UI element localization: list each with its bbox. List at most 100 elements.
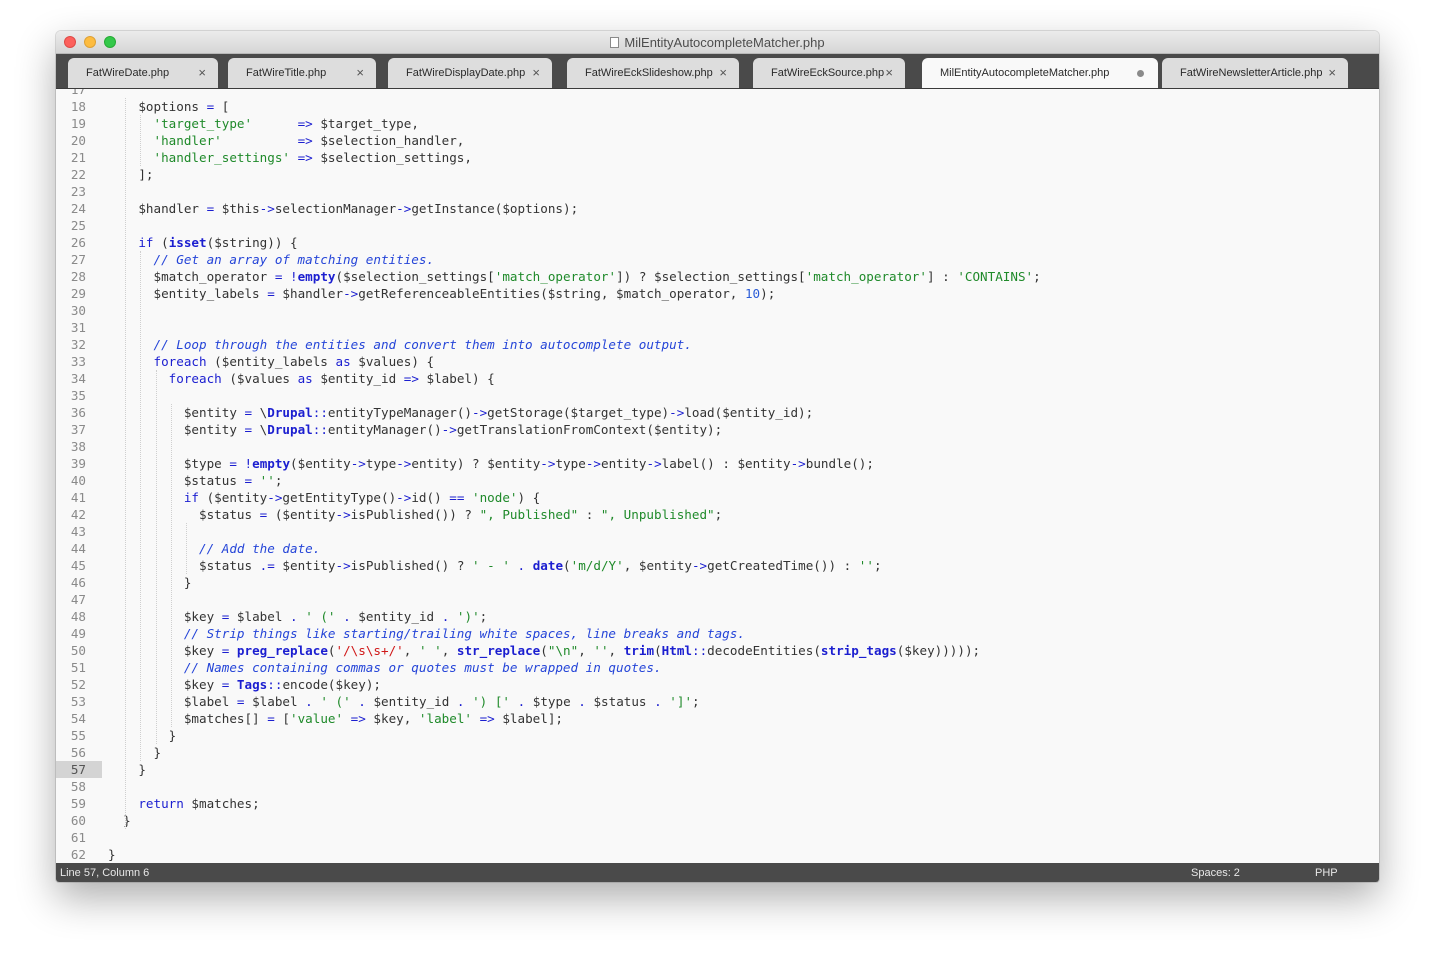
line-number: 20 bbox=[70, 132, 86, 148]
indent-guide bbox=[155, 369, 157, 744]
line-number: 60 bbox=[70, 812, 86, 828]
close-tab-icon[interactable]: × bbox=[198, 65, 206, 80]
line-number: 47 bbox=[70, 591, 86, 607]
code-line[interactable]: $key = $label . ' (' . $entity_id . ')'; bbox=[108, 608, 487, 625]
code-line[interactable]: $status = ($entity->isPublished()) ? ", … bbox=[108, 506, 722, 523]
tab-fatwireeckslideshow[interactable]: FatWireEckSlideshow.php × bbox=[567, 58, 739, 88]
line-number: 36 bbox=[70, 404, 86, 420]
indentation-setting[interactable]: Spaces: 2 bbox=[1191, 867, 1240, 879]
line-number: 17 bbox=[70, 89, 86, 97]
tab-fatwiredisplaydate[interactable]: FatWireDisplayDate.php × bbox=[388, 58, 552, 88]
tab-label: FatWireTitle.php bbox=[246, 67, 327, 79]
line-number: 30 bbox=[70, 302, 86, 318]
code-line[interactable]: $key = Tags::encode($key); bbox=[108, 676, 381, 693]
line-number: 49 bbox=[70, 625, 86, 641]
code-line[interactable]: $status = ''; bbox=[108, 472, 283, 489]
code-line[interactable]: 'target_type' => $target_type, bbox=[108, 115, 419, 132]
code-line[interactable]: // Get an array of matching entities. bbox=[108, 251, 435, 268]
line-number: 28 bbox=[70, 268, 86, 284]
code-line[interactable]: $status .= $entity->isPublished() ? ' - … bbox=[108, 557, 882, 574]
line-number: 35 bbox=[70, 387, 86, 403]
close-tab-icon[interactable]: × bbox=[719, 65, 727, 80]
tab-label: FatWireDisplayDate.php bbox=[406, 67, 526, 79]
tab-fatwiretitle[interactable]: FatWireTitle.php × bbox=[228, 58, 376, 88]
code-area[interactable]: $options = [ 'target_type' => $target_ty… bbox=[108, 89, 1379, 863]
window-title: MilEntityAutocompleteMatcher.php bbox=[56, 35, 1379, 50]
line-number: 50 bbox=[70, 642, 86, 658]
code-line[interactable]: $type = !empty($entity->type->entity) ? … bbox=[108, 455, 874, 472]
line-number: 52 bbox=[70, 676, 86, 692]
code-line[interactable]: 'handler' => $selection_handler, bbox=[108, 132, 465, 149]
close-tab-icon[interactable]: × bbox=[1328, 65, 1336, 80]
code-line[interactable]: if ($entity->getEntityType()->id() == 'n… bbox=[108, 489, 540, 506]
code-line[interactable]: 'handler_settings' => $selection_setting… bbox=[108, 149, 472, 166]
code-line[interactable]: } bbox=[108, 574, 192, 591]
line-number: 48 bbox=[70, 608, 86, 624]
line-number: 58 bbox=[70, 778, 86, 794]
line-number: 45 bbox=[70, 557, 86, 573]
code-line[interactable]: foreach ($values as $entity_id => $label… bbox=[108, 370, 495, 387]
code-line[interactable]: // Names containing commas or quotes mus… bbox=[108, 659, 662, 676]
code-line[interactable]: $entity = \Drupal::entityTypeManager()->… bbox=[108, 404, 813, 421]
tab-fatwiredate[interactable]: FatWireDate.php × bbox=[68, 58, 218, 88]
code-line[interactable]: foreach ($entity_labels as $values) { bbox=[108, 353, 435, 370]
code-line[interactable]: $entity_labels = $handler->getReferencea… bbox=[108, 285, 775, 302]
code-line[interactable]: } bbox=[108, 744, 161, 761]
line-number: 51 bbox=[70, 659, 86, 675]
document-icon bbox=[610, 37, 620, 48]
code-line[interactable]: $options = [ bbox=[108, 98, 229, 115]
line-number: 40 bbox=[70, 472, 86, 488]
close-tab-icon[interactable]: × bbox=[532, 65, 540, 80]
code-line[interactable]: // Loop through the entities and convert… bbox=[108, 336, 692, 353]
code-line[interactable]: } bbox=[108, 727, 177, 744]
tab-fatwireecksource[interactable]: FatWireEckSource.php × bbox=[753, 58, 905, 88]
code-line[interactable]: } bbox=[108, 812, 131, 829]
line-number: 19 bbox=[70, 115, 86, 131]
tab-milentityautocompletematcher[interactable]: MilEntityAutocompleteMatcher.php bbox=[922, 58, 1158, 88]
line-number: 42 bbox=[70, 506, 86, 522]
code-line[interactable]: $label = $label . ' (' . $entity_id . ')… bbox=[108, 693, 700, 710]
code-line[interactable]: return $matches; bbox=[108, 795, 259, 812]
line-number: 27 bbox=[70, 251, 86, 267]
code-line[interactable]: } bbox=[108, 761, 146, 778]
line-number: 39 bbox=[70, 455, 86, 471]
line-number: 61 bbox=[70, 829, 86, 845]
code-line[interactable]: $handler = $this->selectionManager->getI… bbox=[108, 200, 578, 217]
code-line[interactable]: // Strip things like starting/trailing w… bbox=[108, 625, 745, 642]
line-number: 62 bbox=[70, 846, 86, 862]
indent-guide bbox=[140, 250, 142, 761]
tab-label: FatWireNewsletterArticle.php bbox=[1180, 67, 1323, 79]
code-line[interactable]: $match_operator = !empty($selection_sett… bbox=[108, 268, 1040, 285]
tab-bar: FatWireDate.php × FatWireTitle.php × FatWire… bbox=[56, 54, 1379, 89]
line-number: 37 bbox=[70, 421, 86, 437]
code-line[interactable]: if (isset($string)) { bbox=[108, 234, 297, 251]
code-line[interactable]: $entity = \Drupal::entityManager()->getT… bbox=[108, 421, 722, 438]
code-editor[interactable]: 17 18 19 20 21 22 23 24 25 26 27 28 29 30 31 32 33 34 35 36… bbox=[56, 89, 1379, 863]
line-number: 53 bbox=[70, 693, 86, 709]
line-number: 56 bbox=[70, 744, 86, 760]
window-title-text: MilEntityAutocompleteMatcher.php bbox=[624, 35, 825, 50]
line-number: 31 bbox=[70, 319, 86, 335]
title-bar: MilEntityAutocompleteMatcher.php bbox=[56, 31, 1379, 54]
line-number: 41 bbox=[70, 489, 86, 505]
code-line[interactable]: $key = preg_replace('/\s\s+/', ' ', str_… bbox=[108, 642, 980, 659]
editor-window: MilEntityAutocompleteMatcher.php FatWire… bbox=[56, 31, 1379, 882]
code-line[interactable]: } bbox=[108, 846, 116, 863]
close-tab-icon[interactable]: × bbox=[885, 65, 893, 80]
unsaved-dot-icon[interactable] bbox=[1137, 70, 1144, 77]
tab-fatwirenewsletterarticle[interactable]: FatWireNewsletterArticle.php × bbox=[1162, 58, 1348, 88]
syntax-setting[interactable]: PHP bbox=[1315, 867, 1338, 879]
tab-label: MilEntityAutocompleteMatcher.php bbox=[940, 67, 1110, 79]
code-line[interactable]: $matches[] = ['value' => $key, 'label' =… bbox=[108, 710, 563, 727]
cursor-position[interactable]: Line 57, Column 6 bbox=[60, 867, 149, 879]
line-number: 43 bbox=[70, 523, 86, 539]
code-line[interactable]: ]; bbox=[108, 166, 153, 183]
line-number: 59 bbox=[70, 795, 86, 811]
indent-guide bbox=[186, 522, 187, 574]
line-number: 55 bbox=[70, 727, 86, 743]
line-number-gutter: 17 18 19 20 21 22 23 24 25 26 27 28 29 30 31 32 33 34 35 36… bbox=[56, 89, 102, 863]
line-number: 26 bbox=[70, 234, 86, 250]
indent-guide bbox=[170, 403, 172, 727]
close-tab-icon[interactable]: × bbox=[356, 65, 364, 80]
line-number: 24 bbox=[70, 200, 86, 216]
